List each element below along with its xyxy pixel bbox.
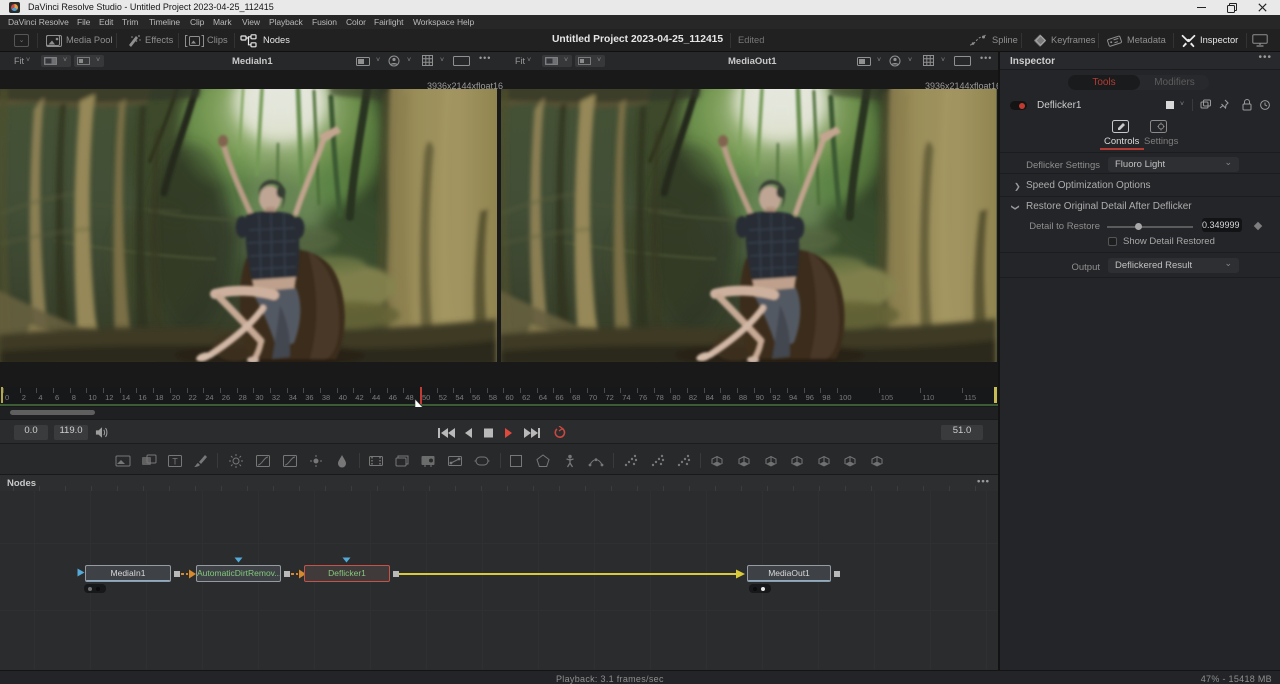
svg-text:T: T xyxy=(172,457,178,467)
